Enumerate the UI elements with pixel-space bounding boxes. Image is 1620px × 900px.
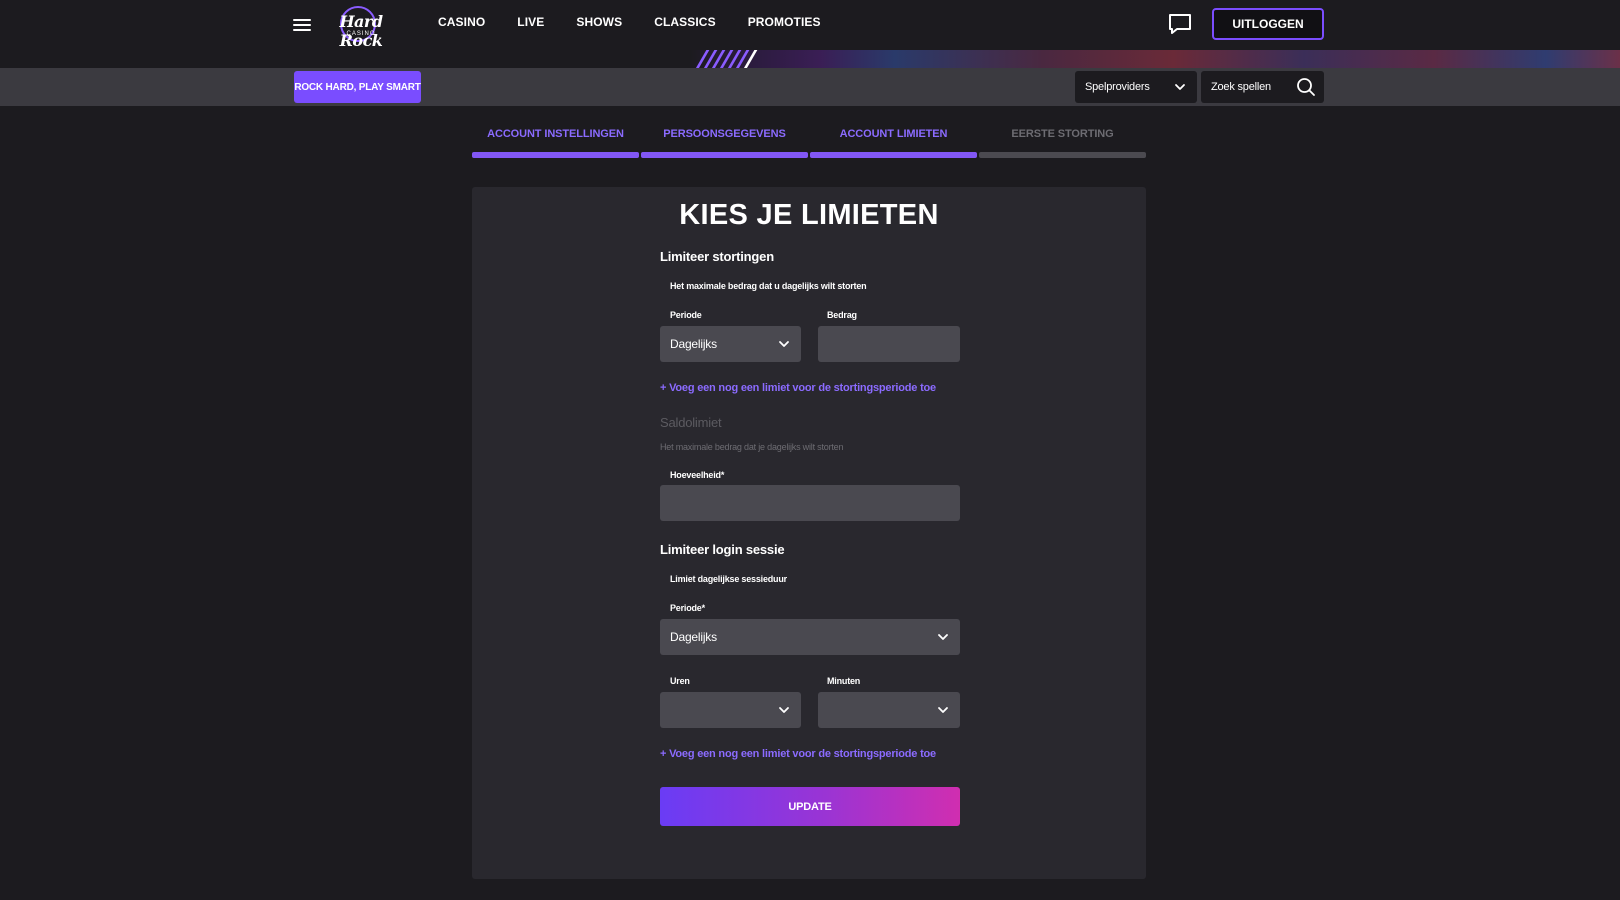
chevron-down-icon — [779, 707, 789, 713]
hours-label: Uren — [670, 676, 690, 686]
balance-hint: Het maximale bedrag dat je dagelijks wil… — [660, 442, 844, 452]
page-title: KIES JE LIMIETEN — [679, 199, 939, 231]
deposit-amount-field[interactable] — [818, 326, 960, 362]
hamburger-icon[interactable] — [293, 16, 311, 32]
session-period-select[interactable]: Dagelijks — [660, 619, 960, 655]
step-label: PERSOONSGEGEVENS — [663, 128, 786, 140]
header-banner-image — [690, 50, 1620, 68]
deposit-hint: Het maximale bedrag dat u dagelijks wilt… — [670, 281, 867, 291]
minutes-label: Minuten — [827, 676, 861, 686]
sub-bar: ROCK HARD, PLAY SMART Spelproviders Zoek… — [0, 68, 1620, 106]
chat-bubble-icon[interactable] — [1168, 13, 1192, 35]
step-label: ACCOUNT INSTELLINGEN — [487, 128, 624, 140]
step-progress-bar — [979, 152, 1146, 158]
search-placeholder: Zoek spellen — [1211, 81, 1271, 93]
hard-rock-logo[interactable]: Hard Rock CASINO — [326, 4, 396, 50]
step-persoonsgegevens[interactable]: PERSOONSGEGEVENS — [641, 128, 808, 158]
nav-promoties[interactable]: PROMOTIES — [748, 15, 821, 29]
search-input[interactable]: Zoek spellen — [1201, 71, 1324, 103]
deposit-period-label: Periode — [670, 310, 702, 320]
minutes-select[interactable] — [818, 692, 960, 728]
session-section-title: Limiteer login sessie — [660, 542, 785, 557]
deposit-period-select[interactable]: Dagelijks — [660, 326, 801, 362]
chevron-down-icon — [779, 341, 789, 347]
nav-classics[interactable]: CLASSICS — [654, 15, 715, 29]
session-period-value: Dagelijks — [670, 630, 717, 644]
add-deposit-limit-link[interactable]: + Voeg een nog een limiet voor de storti… — [660, 382, 936, 394]
step-account-limieten[interactable]: ACCOUNT LIMIETEN — [810, 128, 977, 158]
step-progress-bar — [641, 152, 808, 158]
search-icon[interactable] — [1296, 77, 1316, 97]
balance-amount-label: Hoeveelheid* — [670, 470, 725, 480]
limits-card: KIES JE LIMIETEN Limiteer stortingen Het… — [472, 187, 1146, 879]
session-period-label: Periode* — [670, 603, 705, 613]
deposit-amount-label: Bedrag — [827, 310, 857, 320]
nav-shows[interactable]: SHOWS — [576, 15, 622, 29]
session-hint: Limiet dagelijkse sessieduur — [670, 574, 787, 584]
update-button[interactable]: UPDATE — [660, 787, 960, 826]
deposit-period-value: Dagelijks — [670, 337, 717, 351]
game-providers-dropdown[interactable]: Spelproviders — [1075, 71, 1197, 103]
step-eerste-storting[interactable]: EERSTE STORTING — [979, 128, 1146, 158]
chevron-down-icon — [1175, 84, 1185, 90]
balance-amount-field[interactable] — [660, 485, 960, 521]
balance-amount-input[interactable] — [670, 495, 950, 511]
nav-live[interactable]: LIVE — [517, 15, 544, 29]
main-nav: CASINO LIVE SHOWS CLASSICS PROMOTIES — [438, 15, 853, 29]
deposit-amount-input[interactable] — [828, 336, 950, 352]
responsible-gaming-button[interactable]: ROCK HARD, PLAY SMART — [294, 71, 421, 103]
logout-button[interactable]: UITLOGGEN — [1212, 8, 1324, 40]
top-header: Hard Rock CASINO CASINO LIVE SHOWS CLASS… — [0, 0, 1620, 68]
step-label: ACCOUNT LIMIETEN — [839, 128, 948, 140]
logo-sub: CASINO — [346, 31, 376, 37]
providers-label: Spelproviders — [1085, 81, 1150, 93]
balance-section-title: Saldolimiet — [660, 415, 722, 430]
step-progress-bar — [472, 152, 639, 158]
step-progress-bar — [810, 152, 977, 158]
step-account-instellingen[interactable]: ACCOUNT INSTELLINGEN — [472, 128, 639, 158]
add-session-limit-link[interactable]: + Voeg een nog een limiet voor de storti… — [660, 748, 936, 760]
chevron-down-icon — [938, 634, 948, 640]
hours-select[interactable] — [660, 692, 801, 728]
nav-casino[interactable]: CASINO — [438, 15, 485, 29]
step-label: EERSTE STORTING — [1011, 128, 1114, 140]
deposit-section-title: Limiteer stortingen — [660, 249, 774, 264]
registration-steps: ACCOUNT INSTELLINGEN PERSOONSGEGEVENS AC… — [472, 128, 1146, 158]
chevron-down-icon — [938, 707, 948, 713]
